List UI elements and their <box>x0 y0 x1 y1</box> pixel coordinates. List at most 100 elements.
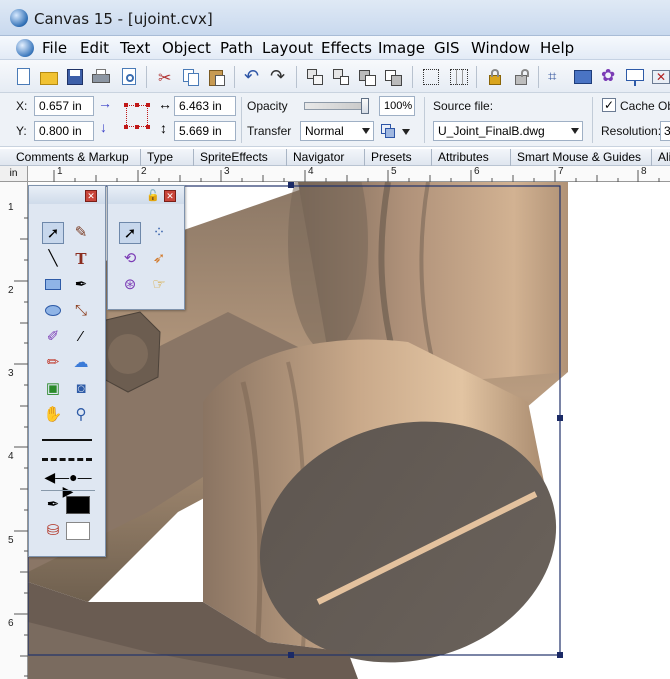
slideshow-icon[interactable] <box>572 66 594 88</box>
brush-tool-icon[interactable]: ✎ <box>70 222 92 244</box>
eyedropper-tool-icon[interactable]: ⁄ <box>70 326 92 348</box>
node-select-icon[interactable]: ⁘ <box>148 222 170 244</box>
menu-window[interactable]: Window <box>471 39 530 57</box>
tab-align[interactable]: Alig <box>652 149 670 166</box>
pen-tool-icon[interactable]: ✒ <box>70 274 92 296</box>
presentation-icon[interactable] <box>624 66 646 88</box>
chevron-down-icon <box>402 129 410 135</box>
print-icon[interactable] <box>90 66 112 88</box>
marker-tool-icon[interactable]: ✏ <box>42 352 64 374</box>
tab-spriteeffects[interactable]: SpriteEffects <box>194 149 287 166</box>
menu-image[interactable]: Image <box>378 39 425 57</box>
menu-help[interactable]: Help <box>540 39 574 57</box>
hand-tool-icon[interactable]: ✋ <box>42 404 64 426</box>
cut-icon[interactable]: ✂ <box>154 66 176 88</box>
transfer-select[interactable]: Normal <box>300 121 374 141</box>
lasso-plus-icon[interactable]: ⊛ <box>119 274 141 296</box>
image-place-icon[interactable]: ▣ <box>42 378 64 400</box>
tab-comments-markup[interactable]: Comments & Markup <box>10 149 141 166</box>
height-field[interactable]: 5.669 in <box>174 121 236 141</box>
close-icon[interactable]: ✕ <box>164 190 176 202</box>
chevron-down-icon <box>571 128 579 134</box>
send-back-icon[interactable] <box>356 66 378 88</box>
align-icon[interactable] <box>420 66 442 88</box>
right-arrow-icon: → <box>98 95 112 111</box>
reference-point-icon[interactable] <box>124 103 150 129</box>
pen-color-swatch[interactable] <box>66 496 90 514</box>
pointer-icon[interactable]: ➚ <box>119 222 141 244</box>
fill-color-swatch[interactable] <box>66 522 90 540</box>
menu-path[interactable]: Path <box>220 39 253 57</box>
group-icon[interactable] <box>304 66 326 88</box>
direct-select-icon[interactable]: ➶ <box>148 248 170 270</box>
vertical-ruler[interactable]: 1 2 3 4 5 6 <box>0 182 28 679</box>
tab-type[interactable]: Type <box>141 149 194 166</box>
tab-smart-mouse-guides[interactable]: Smart Mouse & Guides <box>511 149 652 166</box>
chart-icon[interactable]: ⌗ <box>546 66 568 88</box>
line-weight-selector[interactable] <box>42 439 92 441</box>
fill-bucket-icon[interactable]: ⛁ <box>42 520 64 542</box>
save-icon[interactable] <box>64 66 86 88</box>
rectangle-tool-icon[interactable] <box>42 274 64 296</box>
text-tool-icon[interactable]: T <box>70 248 92 270</box>
menu-file[interactable]: File <box>42 39 67 57</box>
menu-effects[interactable]: Effects <box>321 39 372 57</box>
tab-presets[interactable]: Presets <box>365 149 432 166</box>
redo-icon[interactable]: ↷ <box>268 66 290 88</box>
system-menu-icon[interactable] <box>16 39 34 57</box>
close-icon[interactable]: ✕ <box>85 190 97 202</box>
line-tool-icon[interactable]: ╲ <box>42 248 64 270</box>
zoom-tool-icon[interactable]: ⚲ <box>70 404 92 426</box>
opacity-field[interactable]: 100% <box>379 96 415 116</box>
vertical-ruler-ticks <box>14 217 28 677</box>
pen-color-icon[interactable]: ✒ <box>42 494 64 516</box>
ungroup-icon[interactable] <box>330 66 352 88</box>
copy-icon[interactable] <box>180 66 202 88</box>
opacity-slider-thumb[interactable] <box>361 98 369 114</box>
ruler-unit[interactable]: in <box>0 166 28 182</box>
new-document-icon[interactable] <box>12 66 34 88</box>
oval-tool-icon[interactable] <box>42 300 64 322</box>
property-separator <box>592 97 593 143</box>
resolution-field[interactable]: 3 <box>660 121 670 141</box>
highlighter-tool-icon[interactable]: ✐ <box>42 326 64 348</box>
tab-attributes[interactable]: Attributes <box>432 149 511 166</box>
property-separator <box>241 97 242 143</box>
opacity-slider[interactable] <box>304 98 369 114</box>
distribute-icon[interactable] <box>448 66 470 88</box>
toolbar-separator <box>296 66 297 88</box>
x-field[interactable]: 0.657 in <box>34 96 94 116</box>
paste-icon[interactable] <box>206 66 228 88</box>
horizontal-ruler[interactable]: 1 2 3 4 5 6 7 8 <box>28 166 670 182</box>
open-folder-icon[interactable] <box>38 66 60 88</box>
transfer-mode-button[interactable] <box>380 121 412 141</box>
ghost-tool-icon[interactable]: ☁ <box>70 352 92 374</box>
menu-layout[interactable]: Layout <box>262 39 313 57</box>
width-field[interactable]: 6.463 in <box>174 96 236 116</box>
smart-mouse-icon[interactable]: ☞ <box>148 274 170 296</box>
menu-edit[interactable]: Edit <box>80 39 109 57</box>
camera-tool-icon[interactable]: ◙ <box>70 378 92 400</box>
menu-gis[interactable]: GIS <box>434 39 460 57</box>
arrow-tool-icon[interactable]: ➚ <box>42 222 64 244</box>
arrowhead-selector[interactable]: ◀—●—▶ <box>41 470 95 498</box>
lasso-select-icon[interactable]: ⟲ <box>119 248 141 270</box>
extra-icon[interactable]: ✕ <box>650 66 670 88</box>
y-field[interactable]: 0.800 in <box>34 121 94 141</box>
undo-icon[interactable]: ↶ <box>242 66 264 88</box>
lock-icon[interactable] <box>484 66 506 88</box>
lock-icon[interactable]: 🔓 <box>146 190 160 202</box>
ruler-number: 7 <box>558 166 564 177</box>
menu-object[interactable]: Object <box>162 39 211 57</box>
sprite-icon[interactable]: ✿ <box>598 66 620 88</box>
dimension-tool-icon[interactable]: ⤡ <box>70 300 92 322</box>
source-file-select[interactable]: U_Joint_FinalB.dwg <box>433 121 583 141</box>
dash-style-selector[interactable] <box>42 458 92 461</box>
tab-navigator[interactable]: Navigator <box>287 149 365 166</box>
bring-front-icon[interactable] <box>382 66 404 88</box>
unlock-icon[interactable] <box>510 66 532 88</box>
menu-text[interactable]: Text <box>120 39 150 57</box>
print-preview-icon[interactable] <box>118 66 140 88</box>
cache-checkbox[interactable]: ✓ <box>602 98 616 112</box>
width-arrow-icon: ↔ <box>158 96 172 112</box>
